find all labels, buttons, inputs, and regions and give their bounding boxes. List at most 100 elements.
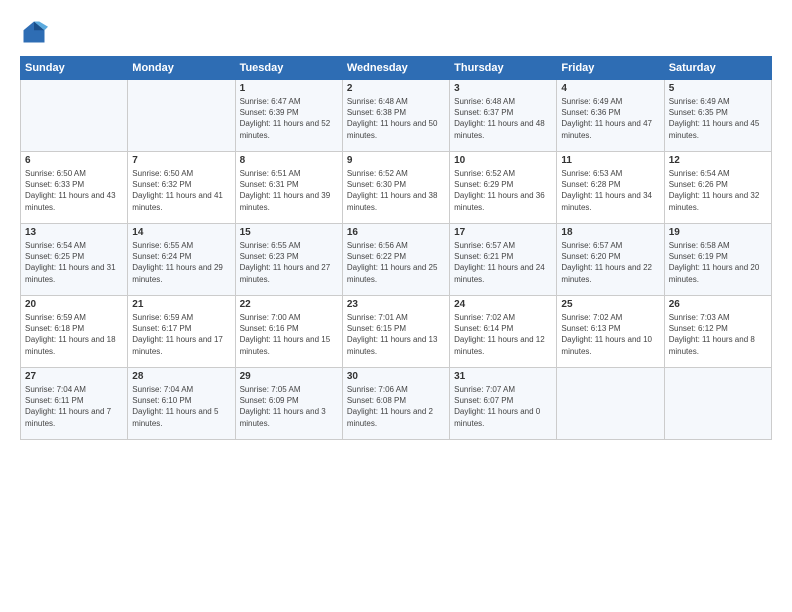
day-number: 6 bbox=[25, 155, 123, 166]
calendar-body: 1Sunrise: 6:47 AM Sunset: 6:39 PM Daylig… bbox=[21, 80, 772, 440]
header-cell-thursday: Thursday bbox=[450, 57, 557, 80]
calendar-header: SundayMondayTuesdayWednesdayThursdayFrid… bbox=[21, 57, 772, 80]
day-info: Sunrise: 6:48 AM Sunset: 6:38 PM Dayligh… bbox=[347, 96, 445, 141]
day-number: 5 bbox=[669, 83, 767, 94]
day-number: 3 bbox=[454, 83, 552, 94]
day-cell: 13 Sunrise: 6:54 AM Sunset: 6:25 PM Dayli… bbox=[21, 224, 128, 296]
header-cell-sunday: Sunday bbox=[21, 57, 128, 80]
header-cell-friday: Friday bbox=[557, 57, 664, 80]
day-number: 11 bbox=[561, 155, 659, 166]
logo-icon bbox=[20, 18, 48, 46]
day-info: Sunrise: 6:48 AM Sunset: 6:37 PM Dayligh… bbox=[454, 96, 552, 141]
day-info: Sunrise: 6:53 AM Sunset: 6:28 PM Dayligh… bbox=[561, 168, 659, 213]
day-info: Sunrise: 7:03 AM Sunset: 6:12 PM Dayligh… bbox=[669, 312, 767, 357]
day-number: 19 bbox=[669, 227, 767, 238]
day-info: Sunrise: 7:00 AM Sunset: 6:16 PM Dayligh… bbox=[240, 312, 338, 357]
day-info: Sunrise: 6:50 AM Sunset: 6:33 PM Dayligh… bbox=[25, 168, 123, 213]
day-number: 24 bbox=[454, 299, 552, 310]
day-number: 4 bbox=[561, 83, 659, 94]
day-cell: 15Sunrise: 6:55 AM Sunset: 6:23 PM Dayli… bbox=[235, 224, 342, 296]
day-info: Sunrise: 6:49 AM Sunset: 6:35 PM Dayligh… bbox=[669, 96, 767, 141]
week-row-5: 27 Sunrise: 7:04 AM Sunset: 6:11 PM Dayli… bbox=[21, 368, 772, 440]
day-cell bbox=[128, 80, 235, 152]
day-cell: 30 Sunrise: 7:06 AM Sunset: 6:08 PM Dayli… bbox=[342, 368, 449, 440]
day-cell: 22 Sunrise: 7:00 AM Sunset: 6:16 PM Dayli… bbox=[235, 296, 342, 368]
day-cell: 5 Sunrise: 6:49 AM Sunset: 6:35 PM Daylig… bbox=[664, 80, 771, 152]
header-cell-wednesday: Wednesday bbox=[342, 57, 449, 80]
calendar-table: SundayMondayTuesdayWednesdayThursdayFrid… bbox=[20, 56, 772, 440]
day-cell: 14 Sunrise: 6:55 AM Sunset: 6:24 PM Dayli… bbox=[128, 224, 235, 296]
day-number: 28 bbox=[132, 371, 230, 382]
day-cell: 10Sunrise: 6:52 AM Sunset: 6:29 PM Dayli… bbox=[450, 152, 557, 224]
day-number: 2 bbox=[347, 83, 445, 94]
header-row: SundayMondayTuesdayWednesdayThursdayFrid… bbox=[21, 57, 772, 80]
day-cell: 19 Sunrise: 6:58 AM Sunset: 6:19 PM Dayli… bbox=[664, 224, 771, 296]
day-info: Sunrise: 6:52 AM Sunset: 6:30 PM Dayligh… bbox=[347, 168, 445, 213]
day-info: Sunrise: 6:49 AM Sunset: 6:36 PM Dayligh… bbox=[561, 96, 659, 141]
day-cell: 29 Sunrise: 7:05 AM Sunset: 6:09 PM Dayli… bbox=[235, 368, 342, 440]
day-cell: 2 Sunrise: 6:48 AM Sunset: 6:38 PM Daylig… bbox=[342, 80, 449, 152]
day-number: 23 bbox=[347, 299, 445, 310]
day-cell: 8 Sunrise: 6:51 AM Sunset: 6:31 PM Daylig… bbox=[235, 152, 342, 224]
week-row-1: 1Sunrise: 6:47 AM Sunset: 6:39 PM Daylig… bbox=[21, 80, 772, 152]
day-info: Sunrise: 6:51 AM Sunset: 6:31 PM Dayligh… bbox=[240, 168, 338, 213]
day-info: Sunrise: 7:04 AM Sunset: 6:11 PM Dayligh… bbox=[25, 384, 123, 429]
day-info: Sunrise: 7:06 AM Sunset: 6:08 PM Dayligh… bbox=[347, 384, 445, 429]
day-info: Sunrise: 6:59 AM Sunset: 6:18 PM Dayligh… bbox=[25, 312, 123, 357]
header-cell-monday: Monday bbox=[128, 57, 235, 80]
header bbox=[20, 18, 772, 46]
day-number: 7 bbox=[132, 155, 230, 166]
day-number: 22 bbox=[240, 299, 338, 310]
day-cell: 20 Sunrise: 6:59 AM Sunset: 6:18 PM Dayli… bbox=[21, 296, 128, 368]
day-number: 30 bbox=[347, 371, 445, 382]
day-cell: 6 Sunrise: 6:50 AM Sunset: 6:33 PM Daylig… bbox=[21, 152, 128, 224]
day-number: 8 bbox=[240, 155, 338, 166]
day-number: 21 bbox=[132, 299, 230, 310]
day-cell: 23 Sunrise: 7:01 AM Sunset: 6:15 PM Dayli… bbox=[342, 296, 449, 368]
day-cell: 26 Sunrise: 7:03 AM Sunset: 6:12 PM Dayli… bbox=[664, 296, 771, 368]
day-cell: 31Sunrise: 7:07 AM Sunset: 6:07 PM Dayli… bbox=[450, 368, 557, 440]
day-number: 1 bbox=[240, 83, 338, 94]
day-cell: 17 Sunrise: 6:57 AM Sunset: 6:21 PM Dayli… bbox=[450, 224, 557, 296]
day-cell: 24 Sunrise: 7:02 AM Sunset: 6:14 PM Dayli… bbox=[450, 296, 557, 368]
day-number: 12 bbox=[669, 155, 767, 166]
week-row-4: 20 Sunrise: 6:59 AM Sunset: 6:18 PM Dayli… bbox=[21, 296, 772, 368]
day-cell: 1Sunrise: 6:47 AM Sunset: 6:39 PM Daylig… bbox=[235, 80, 342, 152]
day-info: Sunrise: 6:54 AM Sunset: 6:25 PM Dayligh… bbox=[25, 240, 123, 285]
day-info: Sunrise: 7:02 AM Sunset: 6:14 PM Dayligh… bbox=[454, 312, 552, 357]
day-info: Sunrise: 6:54 AM Sunset: 6:26 PM Dayligh… bbox=[669, 168, 767, 213]
day-cell: 3 Sunrise: 6:48 AM Sunset: 6:37 PM Daylig… bbox=[450, 80, 557, 152]
day-cell bbox=[664, 368, 771, 440]
day-cell: 25 Sunrise: 7:02 AM Sunset: 6:13 PM Dayli… bbox=[557, 296, 664, 368]
day-number: 29 bbox=[240, 371, 338, 382]
day-info: Sunrise: 6:55 AM Sunset: 6:23 PM Dayligh… bbox=[240, 240, 338, 285]
day-info: Sunrise: 6:52 AM Sunset: 6:29 PM Dayligh… bbox=[454, 168, 552, 213]
day-info: Sunrise: 7:04 AM Sunset: 6:10 PM Dayligh… bbox=[132, 384, 230, 429]
day-info: Sunrise: 6:50 AM Sunset: 6:32 PM Dayligh… bbox=[132, 168, 230, 213]
day-number: 14 bbox=[132, 227, 230, 238]
day-info: Sunrise: 6:56 AM Sunset: 6:22 PM Dayligh… bbox=[347, 240, 445, 285]
day-number: 25 bbox=[561, 299, 659, 310]
day-number: 17 bbox=[454, 227, 552, 238]
week-row-3: 13 Sunrise: 6:54 AM Sunset: 6:25 PM Dayli… bbox=[21, 224, 772, 296]
day-info: Sunrise: 7:05 AM Sunset: 6:09 PM Dayligh… bbox=[240, 384, 338, 429]
day-number: 20 bbox=[25, 299, 123, 310]
day-number: 27 bbox=[25, 371, 123, 382]
day-info: Sunrise: 7:01 AM Sunset: 6:15 PM Dayligh… bbox=[347, 312, 445, 357]
day-cell bbox=[557, 368, 664, 440]
day-number: 26 bbox=[669, 299, 767, 310]
day-cell: 7 Sunrise: 6:50 AM Sunset: 6:32 PM Daylig… bbox=[128, 152, 235, 224]
day-cell: 28 Sunrise: 7:04 AM Sunset: 6:10 PM Dayli… bbox=[128, 368, 235, 440]
day-info: Sunrise: 6:57 AM Sunset: 6:21 PM Dayligh… bbox=[454, 240, 552, 285]
day-info: Sunrise: 7:02 AM Sunset: 6:13 PM Dayligh… bbox=[561, 312, 659, 357]
day-number: 13 bbox=[25, 227, 123, 238]
day-cell bbox=[21, 80, 128, 152]
day-info: Sunrise: 7:07 AM Sunset: 6:07 PM Dayligh… bbox=[454, 384, 552, 429]
day-number: 9 bbox=[347, 155, 445, 166]
day-cell: 16Sunrise: 6:56 AM Sunset: 6:22 PM Dayli… bbox=[342, 224, 449, 296]
day-info: Sunrise: 6:55 AM Sunset: 6:24 PM Dayligh… bbox=[132, 240, 230, 285]
day-cell: 12 Sunrise: 6:54 AM Sunset: 6:26 PM Dayli… bbox=[664, 152, 771, 224]
day-cell: 21Sunrise: 6:59 AM Sunset: 6:17 PM Dayli… bbox=[128, 296, 235, 368]
day-info: Sunrise: 6:58 AM Sunset: 6:19 PM Dayligh… bbox=[669, 240, 767, 285]
day-number: 18 bbox=[561, 227, 659, 238]
